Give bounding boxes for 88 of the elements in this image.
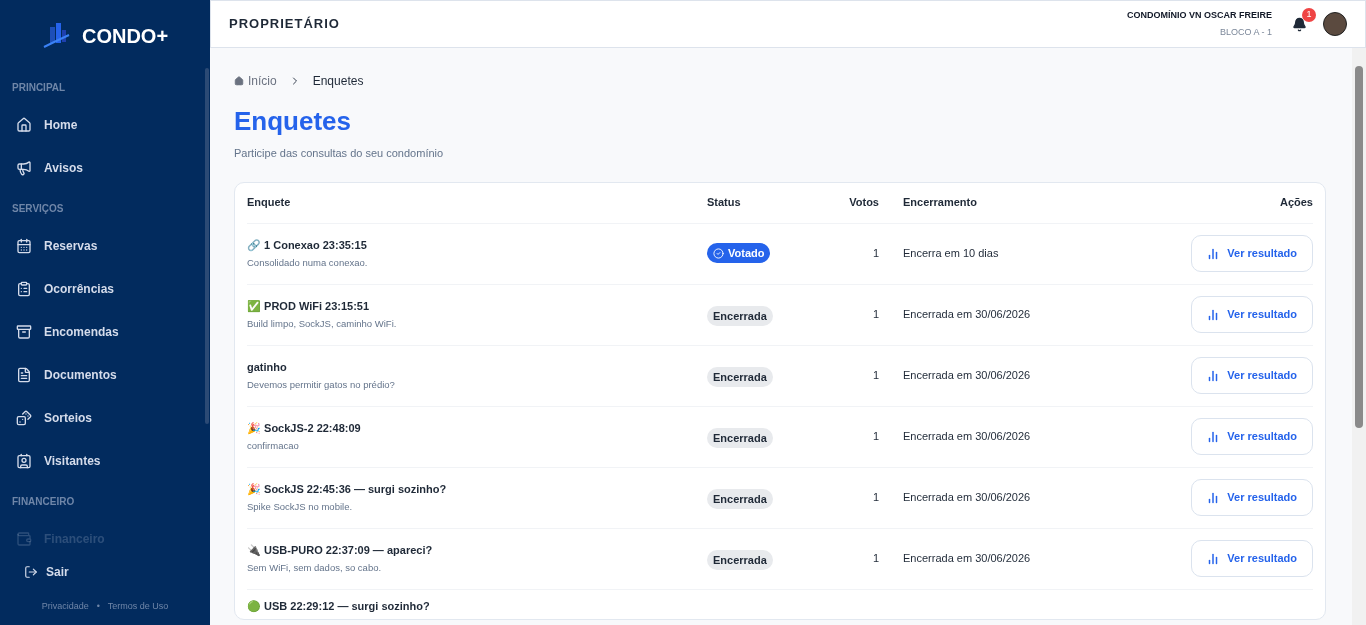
calendar-icon bbox=[16, 237, 32, 254]
poll-title: 🎉 SockJS 22:45:36 — surgi sozinho? bbox=[247, 481, 448, 498]
bar-chart-icon bbox=[1207, 369, 1220, 382]
poll-title: 🟢 USB 22:29:12 — surgi sozinho? bbox=[247, 598, 431, 614]
bar-chart-icon bbox=[1207, 552, 1220, 565]
sidebar-item[interactable]: Reservas bbox=[0, 224, 202, 267]
status-badge: Votado bbox=[707, 242, 771, 264]
logout-link[interactable]: Sair bbox=[0, 551, 210, 592]
home-icon bbox=[16, 116, 32, 133]
dice-icon bbox=[16, 409, 32, 426]
poll-title: ✅ PROD WiFi 23:15:51 bbox=[247, 298, 371, 314]
logo-icon bbox=[41, 23, 70, 49]
view-result-button[interactable]: Ver resultado bbox=[1191, 296, 1313, 333]
poll-description: Build limpo, SockJS, caminho WiFi. bbox=[247, 317, 398, 332]
view-result-button[interactable]: Ver resultado bbox=[1191, 357, 1313, 394]
bar-chart-icon bbox=[1207, 491, 1220, 504]
view-result-button[interactable]: Ver resultado bbox=[1191, 540, 1313, 577]
votes-count: 1 bbox=[872, 307, 879, 323]
app-logo-text: CONDO+ bbox=[81, 24, 169, 49]
votes-count: 1 bbox=[872, 490, 879, 506]
condo-name: CONDOMÍNIO VN OSCAR FREIRE bbox=[1127, 8, 1272, 22]
votes-count: 1 bbox=[872, 246, 879, 262]
poll-description: Consolidado numa conexao. bbox=[247, 256, 369, 271]
sidebar-item[interactable]: Home bbox=[0, 103, 202, 146]
status-badge: Encerrada bbox=[707, 427, 773, 448]
breadcrumb-current: Enquetes bbox=[312, 73, 364, 90]
bar-chart-icon bbox=[1207, 308, 1220, 321]
sidebar-item[interactable]: Ocorrências bbox=[0, 267, 202, 310]
sidebar-item[interactable]: Sorteios bbox=[0, 396, 202, 439]
view-result-button[interactable]: Ver resultado bbox=[1191, 418, 1313, 455]
poll-description: Spike SockJS no mobile. bbox=[247, 500, 354, 515]
section-heading: SERVIÇOS bbox=[11, 202, 65, 216]
clipboard-icon bbox=[16, 280, 32, 297]
logout-icon bbox=[24, 564, 38, 579]
unit-label: BLOCO A - 1 bbox=[1219, 26, 1272, 39]
archive-box-icon bbox=[16, 323, 32, 340]
column-header: Votos bbox=[849, 195, 879, 211]
column-header: Enquete bbox=[247, 195, 292, 211]
breadcrumb-home-link[interactable]: Início bbox=[234, 72, 277, 90]
votes-count: 1 bbox=[872, 368, 879, 384]
home-icon bbox=[234, 76, 244, 86]
closing-date: Encerrada em 30/06/2026 bbox=[902, 429, 1032, 445]
closing-date: Encerrada em 30/06/2026 bbox=[902, 490, 1032, 506]
terms-link[interactable]: Termos de Uso bbox=[107, 599, 169, 613]
separator-dot: • bbox=[96, 599, 100, 613]
closing-date: Encerrada em 30/06/2026 bbox=[902, 368, 1032, 384]
votes-count: 1 bbox=[872, 429, 879, 445]
closing-date: Encerrada em 30/06/2026 bbox=[902, 551, 1032, 567]
poll-title: gatinho bbox=[247, 359, 288, 375]
view-result-button[interactable]: Ver resultado bbox=[1191, 235, 1313, 272]
column-header: Encerramento bbox=[902, 195, 978, 211]
poll-description: Sem WiFi, sem dados, so cabo. bbox=[247, 561, 383, 576]
poll-title: 🔌 USB-PURO 22:37:09 — apareci? bbox=[247, 542, 434, 558]
poll-description: confirmacao bbox=[247, 439, 300, 454]
bar-chart-icon bbox=[1207, 430, 1220, 443]
votes-count: 1 bbox=[872, 551, 879, 567]
poll-description: Devemos permitir gatos no prédio? bbox=[247, 378, 396, 393]
section-heading: PRINCIPAL bbox=[11, 81, 67, 95]
closing-date: Encerra em 10 dias bbox=[902, 246, 1000, 262]
role-title: PROPRIETÁRIO bbox=[229, 15, 340, 34]
megaphone-icon bbox=[16, 159, 32, 176]
status-badge: Encerrada bbox=[707, 366, 773, 387]
view-result-button[interactable]: Ver resultado bbox=[1191, 479, 1313, 516]
status-badge: Encerrada bbox=[707, 488, 773, 509]
page-subtitle: Participe das consultas do seu condomínio bbox=[234, 146, 445, 161]
poll-title: 🔗 1 Conexao 23:35:15 bbox=[247, 237, 368, 253]
privacy-link[interactable]: Privacidade bbox=[41, 599, 89, 613]
column-header: Status bbox=[707, 195, 742, 211]
closing-date: Encerrada em 30/06/2026 bbox=[902, 307, 1032, 323]
notification-count: 1 bbox=[1302, 7, 1316, 22]
bar-chart-icon bbox=[1207, 247, 1220, 260]
column-header: Ações bbox=[1279, 195, 1313, 211]
notifications-button[interactable] bbox=[1292, 16, 1307, 32]
poll-title: 🎉 SockJS-2 22:48:09 bbox=[247, 420, 362, 437]
status-badge: Encerrada bbox=[707, 305, 773, 326]
avatar[interactable] bbox=[1323, 12, 1347, 36]
sidebar-item[interactable]: Documentos bbox=[0, 353, 202, 396]
wallet-icon bbox=[16, 530, 32, 547]
status-badge: Encerrada bbox=[707, 549, 773, 570]
section-heading: FINANCEIRO bbox=[11, 495, 76, 509]
document-icon bbox=[16, 366, 32, 383]
id-card-icon bbox=[16, 452, 32, 469]
page-title: Enquetes bbox=[234, 105, 353, 138]
sidebar-item[interactable]: Encomendas bbox=[0, 310, 202, 353]
bell-icon bbox=[1292, 16, 1307, 32]
sidebar-item[interactable]: Visitantes bbox=[0, 439, 202, 482]
check-circle-icon bbox=[713, 247, 724, 259]
sidebar-item[interactable]: Avisos bbox=[0, 146, 202, 189]
